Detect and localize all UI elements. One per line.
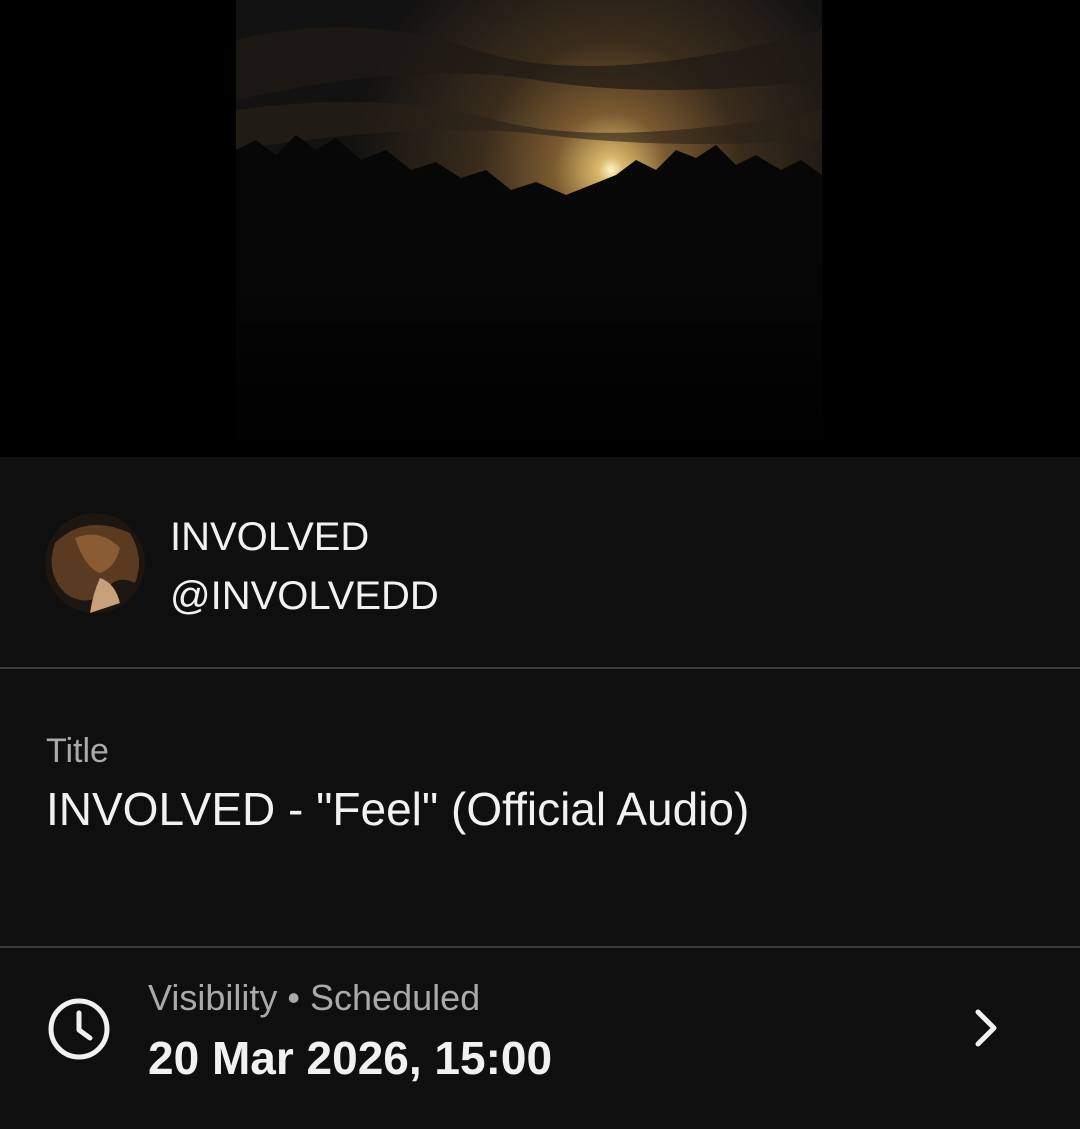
visibility-setting-row[interactable]: Visibility • Scheduled 20 Mar 2026, 15:0… <box>0 948 1080 1129</box>
video-preview[interactable] <box>0 0 1080 457</box>
title-value[interactable]: INVOLVED - "Feel" (Official Audio) <box>46 781 749 837</box>
scheduled-datetime: 20 Mar 2026, 15:00 <box>148 1032 553 1084</box>
chevron-right-icon[interactable] <box>962 1004 1010 1052</box>
channel-name: INVOLVED <box>170 515 370 559</box>
clock-icon <box>48 998 110 1060</box>
video-thumbnail-image <box>236 0 822 457</box>
channel-avatar <box>45 513 145 613</box>
visibility-label: Visibility • Scheduled <box>148 977 481 1018</box>
title-label: Title <box>46 732 109 770</box>
title-field[interactable]: Title INVOLVED - "Feel" (Official Audio) <box>0 669 1080 946</box>
channel-handle: @INVOLVEDD <box>170 574 439 618</box>
channel-info: INVOLVED @INVOLVEDD <box>0 457 1080 667</box>
video-details-screen: INVOLVED @INVOLVEDD Title INVOLVED - "Fe… <box>0 0 1080 1129</box>
